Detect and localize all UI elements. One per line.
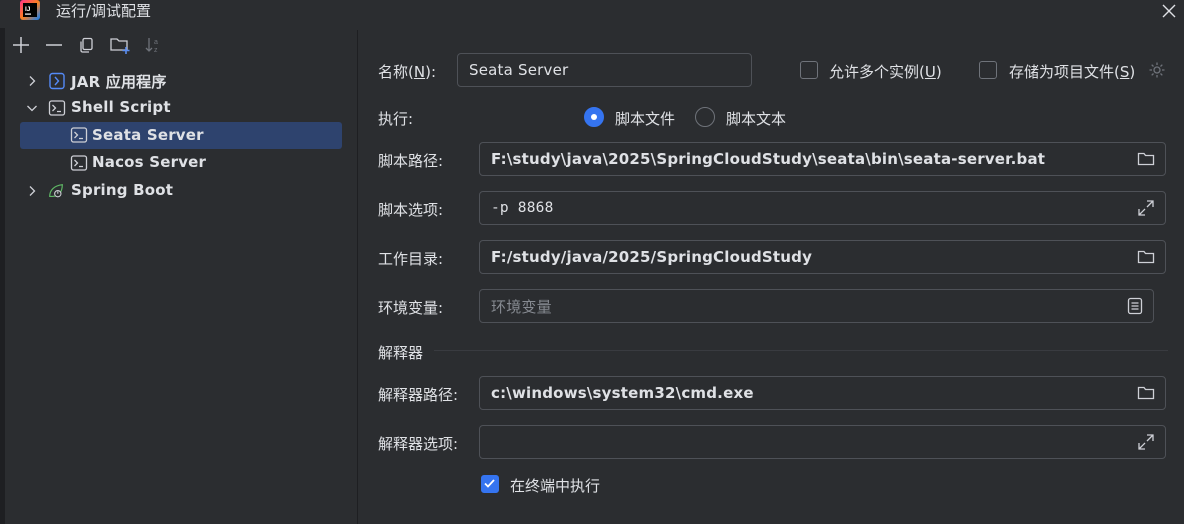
chevron-right-icon[interactable] [24,183,40,199]
sort-button[interactable]: a z [140,32,166,58]
interpreter-options-label: 解释器选项: [378,435,459,453]
expand-icon[interactable] [1136,198,1156,218]
tree-item-label: JAR 应用程序 [71,73,167,91]
folder-browse-icon[interactable] [1136,383,1156,403]
panel-splitter[interactable] [357,30,358,524]
script-options-label: 脚本选项: [378,201,444,219]
tree-item-nacos-server[interactable]: Nacos Server [20,150,342,176]
tree-item-spring-boot[interactable]: Spring Boot [20,178,342,204]
intellij-logo-icon: IJ [20,0,40,20]
folder-browse-icon[interactable] [1136,247,1156,267]
script-path-label: 脚本路径: [378,152,444,170]
script-text-label: 脚本文本 [726,110,787,128]
shell-script-icon [48,100,66,116]
plus-icon [13,37,29,53]
tree-item-label: Seata Server [92,126,204,144]
add-configuration-button[interactable] [8,32,34,58]
tree-item-label: Nacos Server [92,153,207,171]
workdir-label: 工作目录: [378,250,444,268]
title-bar: IJ 运行/调试配置 [0,0,1184,24]
tree-toolbar: a z [0,32,356,60]
new-folder-button[interactable] [107,32,133,58]
workdir-field[interactable]: F:/study/java/2025/SpringCloudStudy [479,240,1166,274]
chevron-down-icon[interactable] [24,100,40,116]
tree-item-jar-application[interactable]: JAR 应用程序 [20,68,342,94]
tree-item-label: Shell Script [71,98,171,116]
close-icon[interactable] [1158,0,1180,22]
interpreter-options-field[interactable] [479,425,1166,459]
folder-browse-icon[interactable] [1136,149,1156,169]
gear-icon[interactable] [1148,61,1166,79]
svg-text:IJ: IJ [25,6,31,13]
name-label: 名称(N): [378,63,436,81]
minus-icon [46,44,62,46]
execute-label: 执行: [378,110,414,128]
list-edit-icon[interactable] [1125,296,1145,316]
shell-script-icon [70,155,88,171]
store-as-file-label: 存储为项目文件(S) [1009,63,1136,81]
spring-boot-icon [49,184,63,198]
env-vars-field[interactable]: 环境变量 [479,289,1154,323]
section-divider [434,350,1168,351]
copy-configuration-button[interactable] [74,32,100,58]
interpreter-path-field[interactable]: c:\windows\system32\cmd.exe [479,376,1166,410]
env-vars-label: 环境变量: [378,299,444,317]
expand-icon[interactable] [1136,432,1156,452]
folder-add-icon [110,38,130,54]
window-title: 运行/调试配置 [56,2,152,20]
name-field[interactable]: Seata Server [457,53,752,87]
sort-alpha-icon: a z [145,38,158,54]
svg-text:a: a [154,39,158,46]
tree-item-seata-server[interactable]: Seata Server [20,122,342,149]
tree-item-shell-script[interactable]: Shell Script [20,95,342,121]
shell-script-icon [70,127,88,143]
script-path-field[interactable]: F:\study\java\2025\SpringCloudStudy\seat… [479,142,1166,176]
store-as-file-checkbox[interactable] [979,61,997,79]
svg-text:z: z [154,47,158,54]
allow-multiple-checkbox[interactable] [800,61,818,79]
jar-app-icon [49,72,65,90]
chevron-right-icon[interactable] [24,73,40,89]
script-file-radio[interactable] [584,107,604,127]
remove-configuration-button[interactable] [41,32,67,58]
allow-multiple-label: 允许多个实例(U) [829,63,942,81]
checkmark-icon [484,479,495,488]
interpreter-path-label: 解释器路径: [378,386,459,404]
script-file-label: 脚本文件 [615,110,676,128]
left-edge [0,28,5,524]
script-options-field[interactable]: -p 8868 [479,191,1166,225]
run-in-terminal-checkbox[interactable] [481,475,499,493]
run-in-terminal-label: 在终端中执行 [510,477,601,495]
interpreter-section-title: 解释器 [378,344,424,362]
copy-icon [80,37,93,53]
script-text-radio[interactable] [695,107,715,127]
tree-item-label: Spring Boot [71,181,174,199]
